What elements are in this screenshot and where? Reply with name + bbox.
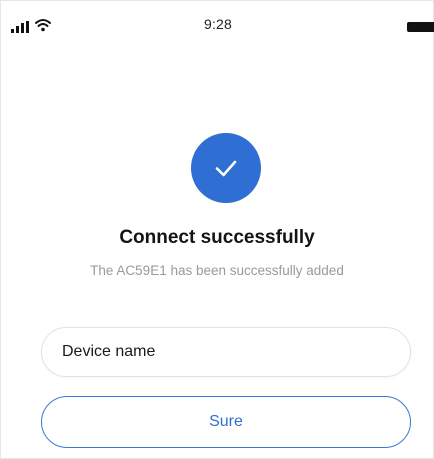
status-time: 9:28	[203, 16, 233, 32]
check-icon	[215, 160, 237, 177]
success-message: The AC59E1 has been successfully added	[90, 263, 344, 278]
sure-button[interactable]: Sure	[41, 396, 411, 448]
page-title: Connect successfully	[119, 227, 315, 248]
screen: 9:28 Connect successfully The AC59E1 has…	[0, 0, 434, 459]
device-name-input[interactable]	[41, 327, 411, 377]
status-bar: 9:28	[1, 1, 434, 41]
battery-icon	[407, 22, 434, 32]
success-badge	[191, 133, 261, 203]
